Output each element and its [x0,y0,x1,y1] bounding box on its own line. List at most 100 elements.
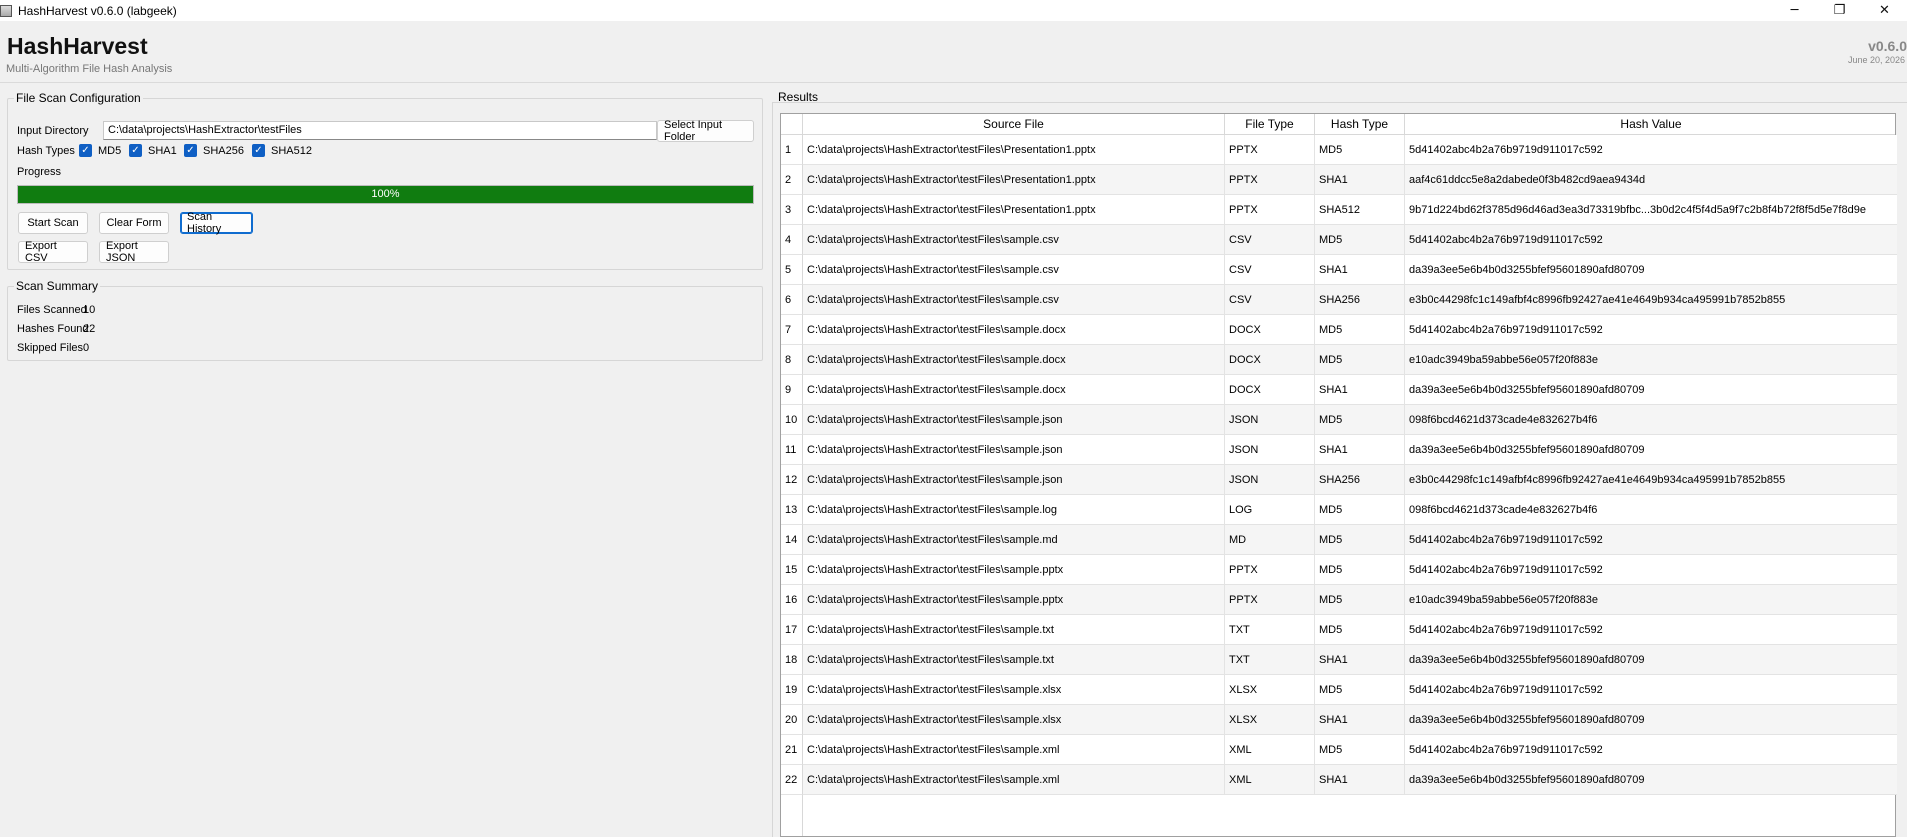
source-file-cell[interactable]: C:\data\projects\HashExtractor\testFiles… [803,375,1225,405]
hash-value-cell[interactable]: da39a3ee5e6b4b0d3255bfef95601890afd80709 [1405,765,1897,795]
hash-value-cell[interactable]: e3b0c44298fc1c149afbf4c8996fb92427ae41e4… [1405,465,1897,495]
hash-type-md5-checkbox[interactable]: ✓ MD5 [79,144,121,157]
source-file-cell[interactable]: C:\data\projects\HashExtractor\testFiles… [803,615,1225,645]
hash-value-cell[interactable]: da39a3ee5e6b4b0d3255bfef95601890afd80709 [1405,435,1897,465]
table-row[interactable]: 8 C:\data\projects\HashExtractor\testFile… [781,345,1897,375]
column-header-hash-type[interactable]: Hash Type [1315,114,1405,135]
table-row[interactable]: 2 C:\data\projects\HashExtractor\testFile… [781,165,1897,195]
clear-form-button[interactable]: Clear Form [99,212,169,234]
results-table[interactable]: Source File File Type Hash Type Hash Val… [780,113,1897,837]
hash-type-cell[interactable]: SHA1 [1315,435,1405,465]
hash-value-cell[interactable]: da39a3ee5e6b4b0d3255bfef95601890afd80709 [1405,705,1897,735]
table-row[interactable]: 14 C:\data\projects\HashExtractor\testFil… [781,525,1897,555]
source-file-cell[interactable]: C:\data\projects\HashExtractor\testFiles… [803,255,1225,285]
table-row[interactable]: 22 C:\data\projects\HashExtractor\testFil… [781,765,1897,795]
source-file-cell[interactable]: C:\data\projects\HashExtractor\testFiles… [803,495,1225,525]
table-row[interactable]: 15 C:\data\projects\HashExtractor\testFil… [781,555,1897,585]
table-row[interactable]: 11 C:\data\projects\HashExtractor\testFil… [781,435,1897,465]
hash-type-sha512-checkbox[interactable]: ✓ SHA512 [252,144,312,157]
file-type-cell[interactable]: XML [1225,765,1315,795]
hash-type-cell[interactable]: SHA1 [1315,165,1405,195]
source-file-cell[interactable]: C:\data\projects\HashExtractor\testFiles… [803,135,1225,165]
hash-value-cell[interactable]: 9b71d224bd62f3785d96d46ad3ea3d73319bfbc.… [1405,195,1897,225]
hash-type-cell[interactable]: MD5 [1315,615,1405,645]
table-row[interactable]: 6 C:\data\projects\HashExtractor\testFile… [781,285,1897,315]
hash-type-cell[interactable]: MD5 [1315,495,1405,525]
hash-value-cell[interactable]: e3b0c44298fc1c149afbf4c8996fb92427ae41e4… [1405,285,1897,315]
hash-type-cell[interactable]: MD5 [1315,675,1405,705]
hash-type-cell[interactable]: SHA256 [1315,465,1405,495]
table-row[interactable]: 16 C:\data\projects\HashExtractor\testFil… [781,585,1897,615]
source-file-cell[interactable]: C:\data\projects\HashExtractor\testFiles… [803,225,1225,255]
file-type-cell[interactable]: MD [1225,525,1315,555]
source-file-cell[interactable]: C:\data\projects\HashExtractor\testFiles… [803,555,1225,585]
column-header-source-file[interactable]: Source File [803,114,1225,135]
source-file-cell[interactable]: C:\data\projects\HashExtractor\testFiles… [803,345,1225,375]
hash-type-cell[interactable]: SHA1 [1315,645,1405,675]
column-header-hash-value[interactable]: Hash Value [1405,114,1897,135]
file-type-cell[interactable]: XML [1225,735,1315,765]
source-file-cell[interactable]: C:\data\projects\HashExtractor\testFiles… [803,585,1225,615]
file-type-cell[interactable]: XLSX [1225,675,1315,705]
hash-value-cell[interactable]: 5d41402abc4b2a76b9719d911017c592 [1405,135,1897,165]
source-file-cell[interactable]: C:\data\projects\HashExtractor\testFiles… [803,165,1225,195]
table-row[interactable]: 20 C:\data\projects\HashExtractor\testFil… [781,705,1897,735]
file-type-cell[interactable]: PPTX [1225,135,1315,165]
source-file-cell[interactable]: C:\data\projects\HashExtractor\testFiles… [803,525,1225,555]
table-row[interactable]: 12 C:\data\projects\HashExtractor\testFil… [781,465,1897,495]
table-row[interactable]: 17 C:\data\projects\HashExtractor\testFil… [781,615,1897,645]
hash-value-cell[interactable]: 098f6bcd4621d373cade4e832627b4f6 [1405,405,1897,435]
hash-value-cell[interactable]: 5d41402abc4b2a76b9719d911017c592 [1405,555,1897,585]
hash-type-cell[interactable]: SHA512 [1315,195,1405,225]
file-type-cell[interactable]: CSV [1225,255,1315,285]
hash-value-cell[interactable]: 5d41402abc4b2a76b9719d911017c592 [1405,675,1897,705]
hash-type-cell[interactable]: MD5 [1315,525,1405,555]
source-file-cell[interactable]: C:\data\projects\HashExtractor\testFiles… [803,645,1225,675]
hash-type-sha256-checkbox[interactable]: ✓ SHA256 [184,144,244,157]
hash-value-cell[interactable]: 5d41402abc4b2a76b9719d911017c592 [1405,615,1897,645]
hash-value-cell[interactable]: e10adc3949ba59abbe56e057f20f883e [1405,345,1897,375]
source-file-cell[interactable]: C:\data\projects\HashExtractor\testFiles… [803,765,1225,795]
table-row[interactable]: 13 C:\data\projects\HashExtractor\testFil… [781,495,1897,525]
hash-value-cell[interactable]: 5d41402abc4b2a76b9719d911017c592 [1405,315,1897,345]
table-row[interactable]: 1 C:\data\projects\HashExtractor\testFile… [781,135,1897,165]
file-type-cell[interactable]: PPTX [1225,165,1315,195]
file-type-cell[interactable]: XLSX [1225,705,1315,735]
file-type-cell[interactable]: JSON [1225,465,1315,495]
hash-type-cell[interactable]: SHA1 [1315,375,1405,405]
input-directory-field[interactable]: C:\data\projects\HashExtractor\testFiles [103,121,657,140]
hash-type-cell[interactable]: MD5 [1315,225,1405,255]
file-type-cell[interactable]: TXT [1225,645,1315,675]
hash-type-cell[interactable]: SHA1 [1315,765,1405,795]
hash-value-cell[interactable]: aaf4c61ddcc5e8a2dabede0f3b482cd9aea9434d [1405,165,1897,195]
export-json-button[interactable]: Export JSON [99,240,169,264]
start-scan-button[interactable]: Start Scan [18,212,88,234]
file-type-cell[interactable]: DOCX [1225,315,1315,345]
hash-value-cell[interactable]: e10adc3949ba59abbe56e057f20f883e [1405,585,1897,615]
table-row[interactable]: 7 C:\data\projects\HashExtractor\testFile… [781,315,1897,345]
file-type-cell[interactable]: PPTX [1225,585,1315,615]
hash-type-cell[interactable]: MD5 [1315,555,1405,585]
source-file-cell[interactable]: C:\data\projects\HashExtractor\testFiles… [803,435,1225,465]
source-file-cell[interactable]: C:\data\projects\HashExtractor\testFiles… [803,195,1225,225]
file-type-cell[interactable]: PPTX [1225,195,1315,225]
hash-value-cell[interactable]: da39a3ee5e6b4b0d3255bfef95601890afd80709 [1405,255,1897,285]
file-type-cell[interactable]: JSON [1225,405,1315,435]
source-file-cell[interactable]: C:\data\projects\HashExtractor\testFiles… [803,405,1225,435]
file-type-cell[interactable]: DOCX [1225,375,1315,405]
hash-value-cell[interactable]: 5d41402abc4b2a76b9719d911017c592 [1405,735,1897,765]
hash-value-cell[interactable]: 5d41402abc4b2a76b9719d911017c592 [1405,225,1897,255]
source-file-cell[interactable]: C:\data\projects\HashExtractor\testFiles… [803,675,1225,705]
source-file-cell[interactable]: C:\data\projects\HashExtractor\testFiles… [803,465,1225,495]
hash-type-cell[interactable]: SHA1 [1315,255,1405,285]
maximize-icon[interactable]: ❐ [1817,0,1862,21]
table-row[interactable]: 19 C:\data\projects\HashExtractor\testFil… [781,675,1897,705]
close-icon[interactable]: ✕ [1862,0,1907,21]
table-row[interactable]: 4 C:\data\projects\HashExtractor\testFile… [781,225,1897,255]
file-type-cell[interactable]: PPTX [1225,555,1315,585]
table-row[interactable]: 5 C:\data\projects\HashExtractor\testFile… [781,255,1897,285]
hash-type-cell[interactable]: MD5 [1315,405,1405,435]
source-file-cell[interactable]: C:\data\projects\HashExtractor\testFiles… [803,285,1225,315]
table-row[interactable]: 10 C:\data\projects\HashExtractor\testFil… [781,405,1897,435]
hash-value-cell[interactable]: da39a3ee5e6b4b0d3255bfef95601890afd80709 [1405,375,1897,405]
